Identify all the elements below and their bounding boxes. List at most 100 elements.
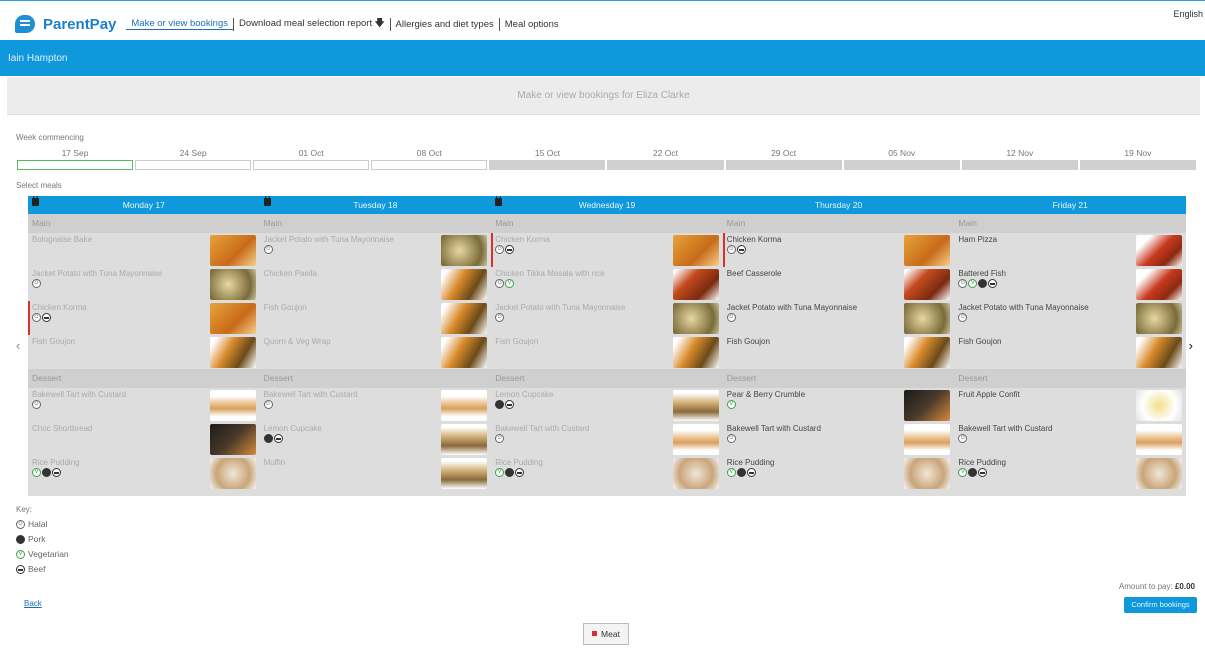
- meal-option[interactable]: Fruit Apple Confit: [954, 388, 1186, 422]
- meal-photo: [441, 235, 488, 266]
- meal-option[interactable]: Pear & Berry Crumble V: [723, 388, 955, 422]
- meal-option[interactable]: Bakewell Tart with Custard ☺: [491, 422, 723, 456]
- day-name: Tuesday 18: [353, 200, 398, 210]
- meal-option[interactable]: Rice Pudding V: [491, 456, 723, 490]
- meal-photo: [209, 390, 256, 421]
- meal-name: Bakewell Tart with Custard: [263, 390, 358, 399]
- pork-icon: [263, 434, 273, 443]
- chevron-left-icon[interactable]: ‹: [16, 338, 20, 353]
- nav-allergies[interactable]: Allergies and diet types: [391, 19, 499, 30]
- meal-option[interactable]: Fish Goujon: [260, 301, 492, 335]
- meal-name: Chicken Paella: [263, 269, 317, 278]
- meal-option[interactable]: Lemon Cupcake: [260, 422, 492, 456]
- meal-option[interactable]: Bakewell Tart with Custard ☺: [28, 388, 260, 422]
- vegetarian-icon: V: [505, 279, 515, 288]
- beef-icon: [16, 564, 25, 574]
- meal-option[interactable]: Jacket Potato with Tuna Mayonnaise ☺: [723, 301, 955, 335]
- week-option[interactable]: 08 Oct: [370, 148, 488, 172]
- meal-option[interactable]: Jacket Potato with Tuna Mayonnaise ☺: [260, 233, 492, 267]
- day-name: Wednesday 19: [578, 200, 636, 210]
- meal-option[interactable]: Quorn & Veg Wrap: [260, 335, 492, 369]
- meal-photo: [1135, 269, 1182, 300]
- meal-name: Rice Pudding: [495, 458, 543, 467]
- meal-photo: [209, 303, 256, 334]
- pork-icon: [736, 468, 746, 477]
- meal-option[interactable]: Rice Pudding V: [28, 456, 260, 490]
- beef-icon: [505, 245, 515, 254]
- meal-name: Fish Goujon: [263, 303, 307, 312]
- day-column: Tuesday 18 Main Jacket Potato with Tuna Ma…: [259, 196, 492, 496]
- key-item: ☺ Halal: [16, 519, 47, 529]
- meal-photo: [441, 337, 488, 368]
- halal-icon: ☺: [958, 279, 968, 288]
- key-item: Pork: [16, 534, 45, 544]
- meal-name: Fish Goujon: [726, 337, 770, 346]
- meal-option[interactable]: Jacket Potato with Tuna Mayonnaise ☺: [491, 301, 723, 335]
- meal-photo: [672, 269, 719, 300]
- down-arrow-icon: 🡇: [374, 18, 385, 29]
- key-item: V Vegetarian: [16, 549, 69, 559]
- week-option[interactable]: 17 Sep: [16, 148, 134, 172]
- parentpay-logo-icon: [15, 15, 35, 33]
- nav-download-report[interactable]: Download meal selection report 🡇: [234, 16, 390, 32]
- day-column: Wednesday 19 Main Chicken Korma ☺ Chicken Ti…: [491, 196, 723, 496]
- meal-option[interactable]: Bakewell Tart with Custard ☺: [723, 422, 955, 456]
- meal-option[interactable]: Lemon Cupcake: [491, 388, 723, 422]
- meal-option[interactable]: Beef Casserole: [723, 267, 955, 301]
- meal-option[interactable]: Rice Pudding V: [723, 456, 955, 490]
- meal-name: Bakewell Tart with Custard: [958, 424, 1053, 433]
- week-option[interactable]: 05 Nov: [843, 148, 961, 172]
- week-option[interactable]: 29 Oct: [725, 148, 843, 172]
- week-bar: [489, 160, 606, 170]
- meal-option[interactable]: Fish Goujon: [491, 335, 723, 369]
- meat-button[interactable]: Meat: [583, 623, 629, 645]
- meal-option[interactable]: Chicken Korma ☺: [28, 301, 260, 335]
- day-header: Tuesday 18: [259, 196, 492, 214]
- meal-option[interactable]: Ham Pizza: [954, 233, 1186, 267]
- week-option[interactable]: 19 Nov: [1079, 148, 1197, 172]
- week-option[interactable]: 22 Oct: [606, 148, 724, 172]
- meal-option[interactable]: Muffin: [260, 456, 492, 490]
- week-bar: [725, 160, 842, 170]
- pork-icon: [495, 400, 505, 409]
- meal-option[interactable]: Battered Fish ☺ V: [954, 267, 1186, 301]
- week-option[interactable]: 01 Oct: [252, 148, 370, 172]
- halal-icon: ☺: [263, 245, 273, 254]
- lock-icon: [32, 196, 39, 206]
- meal-name: Quorn & Veg Wrap: [263, 337, 331, 346]
- meal-option[interactable]: Chicken Korma ☺: [722, 233, 955, 267]
- chevron-right-icon[interactable]: ›: [1189, 338, 1193, 353]
- meal-option[interactable]: Jacket Potato with Tuna Mayonnaise ☺: [954, 301, 1186, 335]
- meal-option[interactable]: Bakewell Tart with Custard ☺: [260, 388, 492, 422]
- halal-icon: ☺: [495, 279, 505, 288]
- week-label: 15 Oct: [534, 148, 560, 158]
- meal-option[interactable]: Fish Goujon: [954, 335, 1186, 369]
- meal-option[interactable]: Choc Shortbread: [28, 422, 260, 456]
- nav-meal-options[interactable]: Meal options: [500, 19, 564, 30]
- brand-name[interactable]: ParentPay: [43, 16, 116, 33]
- meal-option[interactable]: Chicken Korma ☺: [491, 233, 723, 267]
- meal-photo: [904, 303, 951, 334]
- meal-option[interactable]: Bolognaise Bake: [28, 233, 260, 267]
- back-link[interactable]: Back: [24, 599, 42, 608]
- meal-option[interactable]: Fish Goujon: [723, 335, 955, 369]
- meal-option[interactable]: Rice Pudding V: [954, 456, 1186, 490]
- meal-option[interactable]: Jacket Potato with Tuna Mayonnaise ☺: [28, 267, 260, 301]
- week-option[interactable]: 12 Nov: [961, 148, 1079, 172]
- meal-option[interactable]: Bakewell Tart with Custard ☺: [954, 422, 1186, 456]
- confirm-bookings-button[interactable]: Confirm bookings: [1124, 597, 1197, 613]
- nav-download-report-label: Download meal selection report: [239, 18, 373, 29]
- week-option[interactable]: 24 Sep: [134, 148, 252, 172]
- meal-option[interactable]: Fish Goujon: [28, 335, 260, 369]
- meal-option[interactable]: Chicken Tikka Masala with rice ☺ V: [491, 267, 723, 301]
- week-option[interactable]: 15 Oct: [488, 148, 606, 172]
- meat-button-label: Meat: [601, 629, 620, 639]
- week-bar: [253, 160, 370, 170]
- meal-name: Rice Pudding: [958, 458, 1006, 467]
- pork-icon: [42, 468, 51, 477]
- halal-icon: ☺: [958, 434, 968, 443]
- language-selector[interactable]: English: [1173, 9, 1203, 19]
- nav-make-bookings[interactable]: Make or view bookings: [126, 18, 234, 30]
- meal-option[interactable]: Chicken Paella: [260, 267, 492, 301]
- meal-name: Fish Goujon: [495, 337, 539, 346]
